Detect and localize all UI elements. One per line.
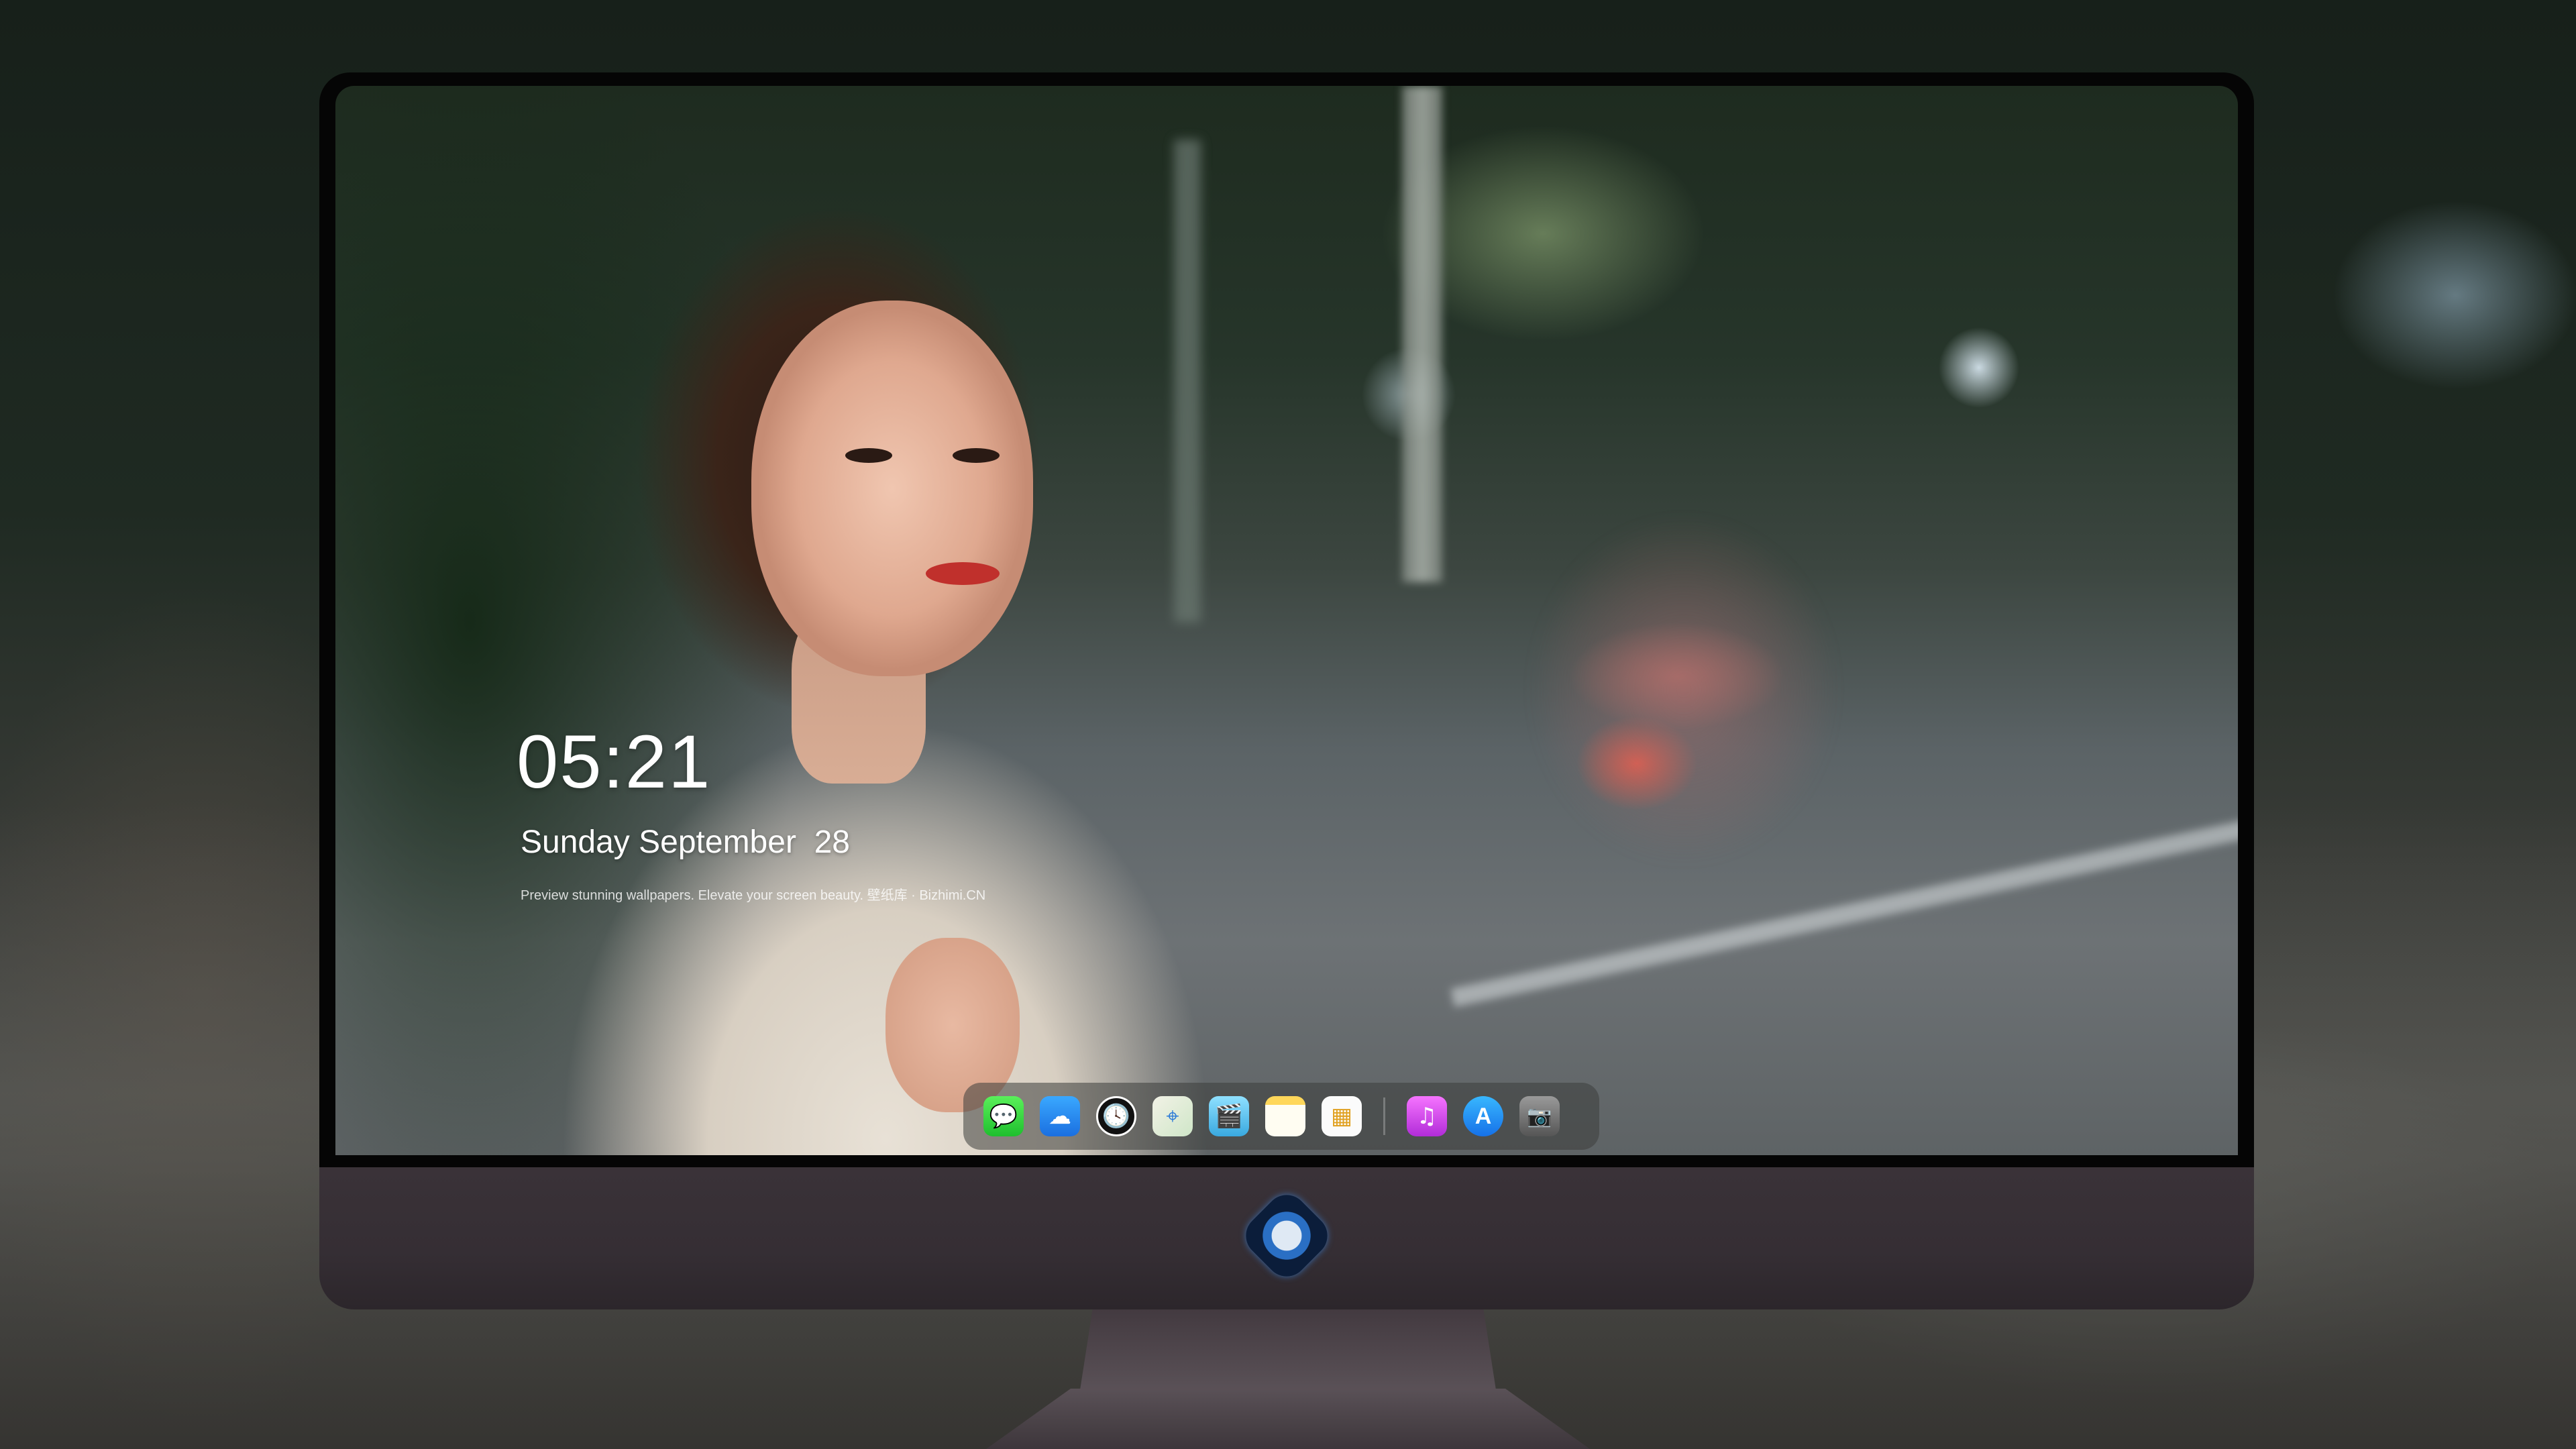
clips-icon[interactable]: 🎬 [1209,1096,1249,1136]
desktop-scene: 05:21 Sunday September 28 Preview stunni… [0,0,2576,1449]
camera-icon[interactable]: 📷 [1519,1096,1560,1136]
lock-screen-date: Sunday September 28 [521,824,850,860]
monitor-screen [335,86,2238,1155]
monitor-stand-base [986,1389,1590,1449]
dock: 💬 ☁ 🕓 ⌖ 🎬 ▦ ♫ A 📷 [963,1083,1599,1150]
wallpaper-person-lips [926,562,1000,585]
notes-icon[interactable] [1265,1096,1305,1136]
messages-icon[interactable]: 💬 [983,1096,1024,1136]
lock-screen-tagline: Preview stunning wallpapers. Elevate you… [521,888,986,903]
weather-icon[interactable]: ☁ [1040,1096,1080,1136]
appstore-icon[interactable]: A [1463,1096,1503,1136]
wallpaper-person-eye [845,448,892,463]
maps-icon[interactable]: ⌖ [1152,1096,1193,1136]
dock-separator [1383,1097,1385,1135]
monitor-stand-neck [1080,1309,1496,1390]
wallpaper-scooter [1529,515,1838,864]
wallpaper-person-face [751,301,1033,676]
clock-icon[interactable]: 🕓 [1096,1096,1136,1136]
photos-icon[interactable]: ▦ [1322,1096,1362,1136]
wallpaper-pole [1402,86,1442,582]
wallpaper-person-eye [953,448,1000,463]
itunes-icon[interactable]: ♫ [1407,1096,1447,1136]
wallpaper-pole [1174,140,1201,623]
lock-screen-time: 05:21 [517,720,712,804]
